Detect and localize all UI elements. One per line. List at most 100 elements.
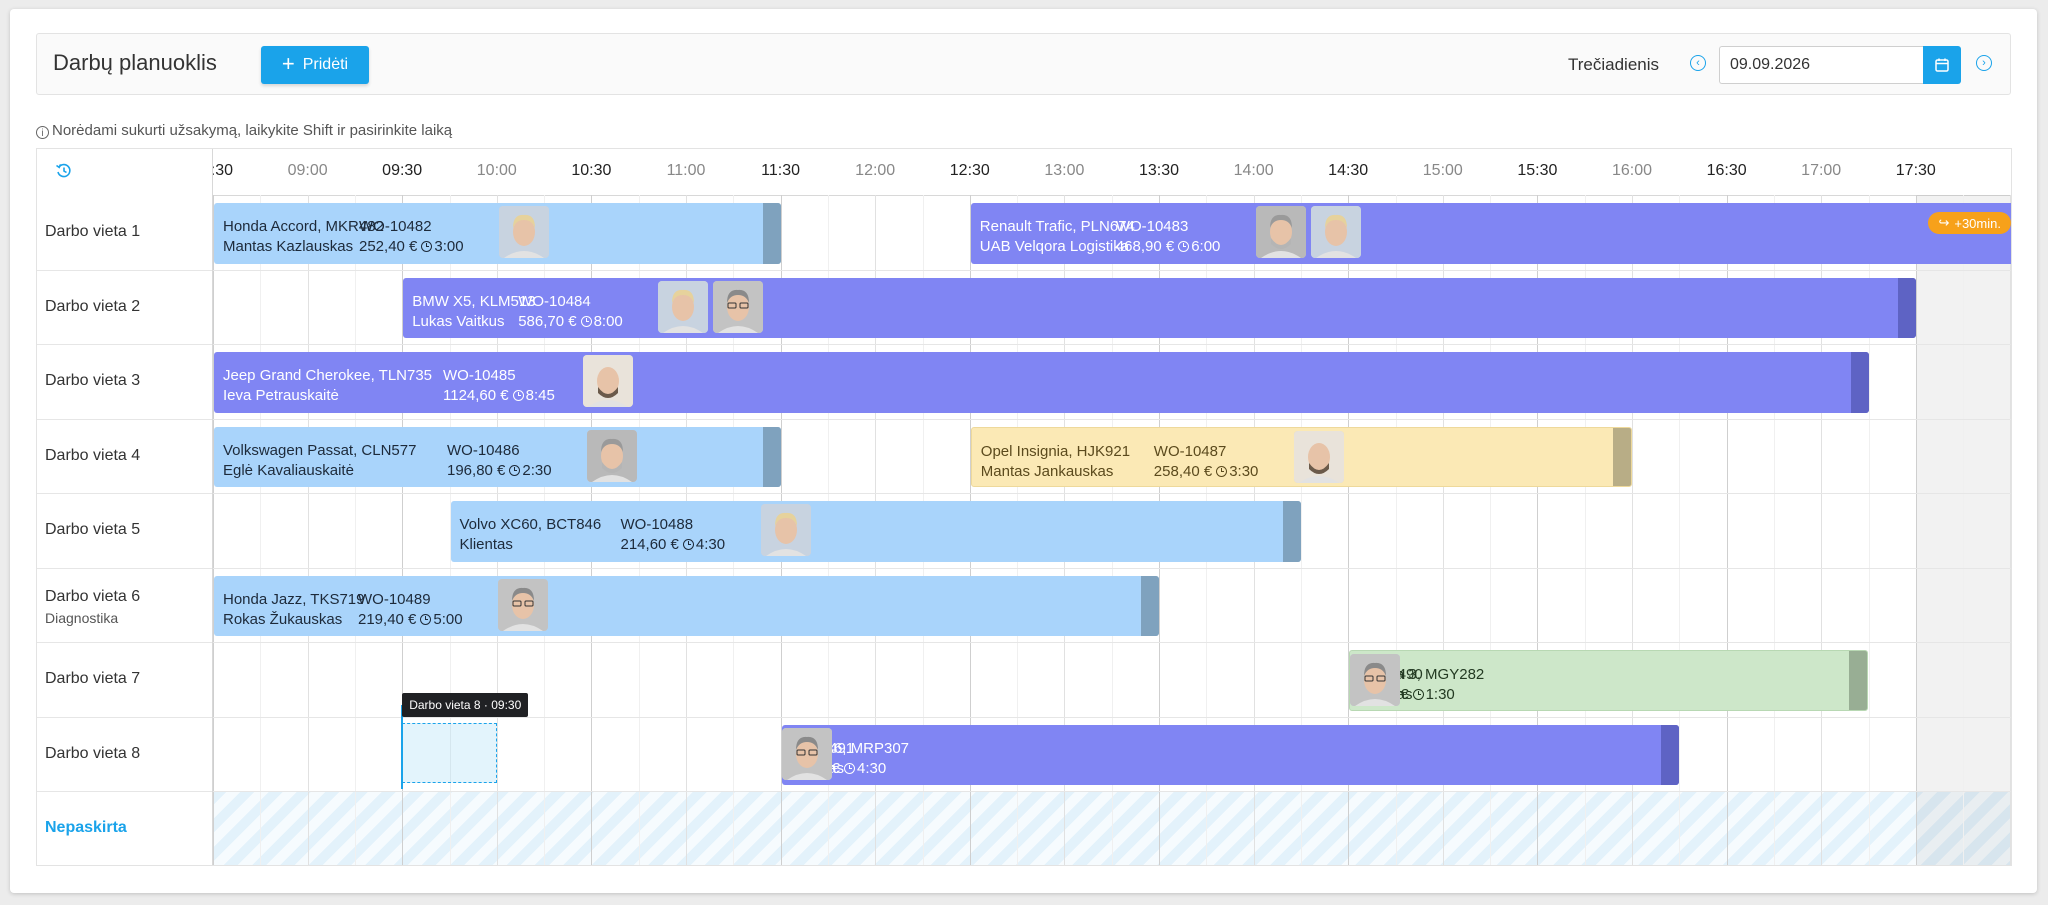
work-order-event[interactable]: Honda Jazz, TKS719 Rokas Žukauskas WO-1048… — [214, 575, 1159, 636]
row-divider — [37, 344, 212, 345]
work-order-event[interactable]: Jeep Grand Cherokee, TLN735 Ieva Petrausk… — [214, 352, 1869, 413]
mechanic-avatar — [1255, 206, 1306, 258]
time-header: 08:30 09:00 09:30 10:00 10:30 11:00 11:30 12:00… — [193, 149, 2011, 196]
event-order-number: WO-10485 — [443, 367, 516, 384]
event-price-duration: 214,60 € 4:30 — [621, 535, 726, 555]
mechanic-avatar — [1293, 430, 1344, 483]
resize-handle[interactable] — [1141, 575, 1159, 636]
add-button[interactable]: + Pridėti — [261, 46, 369, 84]
event-order-info: WO-10483 468,90 € 6:00 — [1116, 217, 1221, 257]
prev-day-icon[interactable]: ‹ — [1690, 55, 1706, 71]
clock-icon — [420, 613, 432, 625]
clock-icon — [682, 539, 694, 550]
work-order-event[interactable]: Renault Trafic, PLN674 UAB Velqora Logist… — [970, 203, 2011, 264]
resource-name: Darbo vieta 8 — [45, 744, 141, 762]
mechanic-avatar — [1350, 654, 1401, 706]
clock-icon — [1216, 465, 1228, 477]
resource-name: Darbo vieta 6 — [45, 587, 141, 605]
resize-handle[interactable] — [1282, 501, 1301, 562]
grid-line — [213, 195, 214, 865]
resource-subtitle: Diagnostika — [45, 609, 119, 626]
time-tick: 12:00 — [855, 162, 896, 179]
event-order-info: WO-10486 196,80 € 2:30 — [447, 441, 552, 481]
event-order-number: WO-10489 — [358, 590, 431, 608]
event-vehicle: Opel Insignia, HJK921 — [980, 442, 1131, 460]
event-order-info: WO-10488 214,60 € 4:30 — [621, 515, 726, 555]
row-divider — [37, 791, 212, 792]
event-order-info: WO-10487 258,40 € 3:30 — [1154, 442, 1259, 482]
time-tick: 13:00 — [1044, 162, 1085, 179]
time-selection[interactable] — [402, 722, 497, 783]
resize-handle[interactable] — [1897, 277, 1916, 338]
next-day-icon[interactable]: › — [1976, 55, 1992, 71]
time-tick: 12:30 — [949, 162, 990, 179]
calendar-button[interactable] — [1923, 46, 1961, 84]
event-duration: 3:00 — [434, 238, 464, 255]
overtime-label: +30min. — [1954, 215, 2001, 231]
row-divider — [37, 493, 212, 494]
work-order-event[interactable]: BMW X5, KLM513 Lukas Vaitkus WO-10484 586,7… — [403, 277, 1916, 338]
resize-handle[interactable] — [1612, 427, 1631, 486]
event-price: 252,40 € — [359, 238, 418, 255]
event-vehicle-client: Opel Insignia, HJK921 Mantas Jankauskas — [981, 442, 1130, 482]
event-duration: 4:30 — [695, 536, 726, 553]
mechanic-avatar — [760, 504, 811, 556]
resize-handle[interactable] — [1850, 352, 1869, 413]
mechanic-avatar — [583, 355, 633, 407]
event-vehicle: Honda Jazz, TKS719 — [223, 590, 365, 608]
date-input[interactable] — [1719, 46, 1923, 84]
work-order-event[interactable]: Volkswagen Passat, CLN577 Eglė Kavaliausk… — [214, 426, 781, 487]
event-order-number: WO-10488 — [620, 516, 694, 533]
unassigned-label: Nepaskirta — [45, 819, 127, 836]
event-price: 586,70 € — [518, 312, 577, 330]
event-duration: 8:00 — [593, 312, 623, 330]
time-tick: 10:00 — [476, 162, 517, 179]
event-client: Mantas Jankauskas — [980, 462, 1114, 480]
work-order-event[interactable]: Honda Accord, MKR482 Mantas Kazlauskas WO-… — [214, 203, 781, 264]
event-vehicle: Jeep Grand Cherokee, TLN735 — [223, 367, 433, 384]
history-icon[interactable] — [55, 162, 73, 180]
work-order-event[interactable]: Opel Insignia, HJK921 Mantas Jankauskas WO… — [970, 426, 1632, 487]
grid-line — [354, 195, 356, 865]
resize-handle[interactable] — [1661, 724, 1680, 785]
info-icon: i — [36, 126, 49, 139]
event-client: Lukas Vaitkus — [412, 312, 505, 330]
event-price-duration: 586,70 € 8:00 — [518, 312, 623, 332]
time-tick: 15:00 — [1422, 162, 1463, 179]
row-divider — [37, 418, 212, 420]
event-order-info: WO-10482 252,40 € 3:00 — [359, 217, 464, 257]
hint-text: i Norėdami sukurti užsakymą, laikykite Sh… — [36, 122, 452, 139]
work-order-event[interactable]: Mazda 3, MGY282KlientasWO-10490548,20 €1… — [1349, 650, 1869, 711]
timeline-area[interactable]: 08:30 09:00 09:30 10:00 10:30 11:00 11:30 12:00… — [193, 149, 2011, 865]
row-divider — [213, 418, 2011, 420]
row-divider — [37, 642, 212, 643]
event-order-info: WO-10485 1124,60 € 8:45 — [443, 366, 555, 406]
resize-handle[interactable] — [762, 203, 781, 264]
resource-name: Darbo vieta 5 — [45, 521, 141, 538]
event-price-duration: 468,90 € 6:00 — [1116, 237, 1221, 257]
event-price-duration: 219,40 € 5:00 — [358, 610, 463, 630]
mechanic-avatar — [587, 429, 637, 482]
event-vehicle-client: BMW X5, KLM513 Lukas Vaitkus — [412, 292, 535, 332]
clock-icon — [1178, 241, 1190, 252]
clock-icon — [580, 315, 592, 327]
event-order-number: WO-10482 — [359, 218, 432, 235]
event-order-number: WO-10486 — [447, 441, 520, 459]
mechanic-avatar — [499, 206, 549, 258]
resize-handle[interactable] — [1849, 651, 1868, 710]
row-divider — [213, 493, 2011, 494]
event-duration: 4:30 — [856, 759, 887, 777]
event-order-info: WO-10489 219,40 € 5:00 — [358, 590, 463, 630]
time-tick: 17:00 — [1801, 162, 1842, 179]
clock-icon — [512, 390, 524, 401]
row-divider — [213, 567, 2011, 569]
event-duration: 2:30 — [522, 461, 552, 479]
selection-tooltip: Darbo vieta 8 · 09:30 — [402, 692, 529, 717]
overtime-badge: ↪ +30min. — [1928, 212, 2011, 234]
event-vehicle-client: Honda Jazz, TKS719 Rokas Žukauskas — [223, 590, 364, 630]
resource-name: Darbo vieta 7 — [45, 670, 141, 687]
resize-handle[interactable] — [762, 426, 781, 487]
work-order-event[interactable]: Volvo XC60, BCT846 Klientas WO-10488 214,60… — [450, 501, 1301, 562]
work-order-event[interactable]: Audi A6, MRP307KlientasWO-10491224,90 €4… — [781, 724, 1680, 785]
time-tick: 16:00 — [1611, 162, 1653, 179]
